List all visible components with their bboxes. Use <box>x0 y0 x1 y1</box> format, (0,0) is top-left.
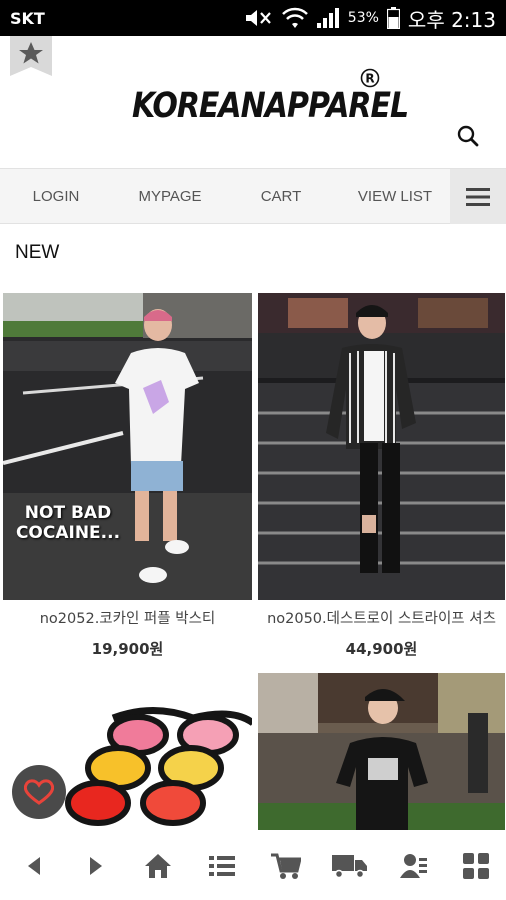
mute-icon <box>245 10 271 26</box>
heart-icon <box>24 779 54 805</box>
caption-line: NOT BAD <box>24 503 112 523</box>
site-header: KOREANAPPAREL R <box>0 36 506 168</box>
status-bar: SKT 53% 오후 2:13 <box>0 0 506 36</box>
bookmark-star-icon[interactable] <box>10 36 52 76</box>
battery-icon <box>386 7 400 29</box>
user-profile-icon <box>400 854 427 878</box>
list-button[interactable] <box>206 850 238 882</box>
site-logo[interactable]: KOREANAPPAREL <box>132 86 409 126</box>
delivery-button[interactable] <box>332 850 368 882</box>
grid-button[interactable] <box>460 850 492 882</box>
caption-line: COCAINE... <box>15 523 121 543</box>
product-caption: NOT BAD COCAINE... <box>3 503 133 543</box>
menu-button[interactable] <box>450 169 506 224</box>
product-name[interactable]: no2052.코카인 퍼플 박스티 <box>3 607 252 628</box>
carrier-label: SKT <box>10 9 45 28</box>
forward-button[interactable] <box>80 850 112 882</box>
hamburger-menu-icon <box>466 187 490 206</box>
registered-letter: R <box>365 72 374 86</box>
nav-login[interactable]: LOGIN <box>20 169 92 225</box>
cart-button[interactable] <box>270 850 302 882</box>
bottom-toolbar <box>0 830 506 900</box>
product-photo <box>258 293 505 600</box>
product-image[interactable] <box>258 673 505 830</box>
nav-cart[interactable]: CART <box>250 169 312 225</box>
forward-arrow-icon <box>90 857 102 875</box>
grid-icon <box>463 853 489 879</box>
profile-button[interactable] <box>398 850 430 882</box>
battery-percent: 53% <box>347 10 379 26</box>
product-photo <box>258 673 505 830</box>
product-price: 19,900원 <box>91 640 164 658</box>
signal-icon <box>316 8 339 28</box>
search-icon[interactable] <box>456 124 480 148</box>
product-price: 44,900원 <box>345 640 418 658</box>
home-icon <box>145 854 171 878</box>
product-photo <box>3 293 252 600</box>
product-image[interactable] <box>258 293 505 600</box>
status-icons: 53% 오후 2:13 <box>244 5 496 32</box>
product-name[interactable]: no2050.데스트로이 스트라이프 셔츠 <box>258 607 505 628</box>
favorite-button[interactable] <box>12 765 66 819</box>
wifi-icon <box>281 7 308 28</box>
registered-mark: R <box>360 68 380 88</box>
back-arrow-icon <box>28 857 40 875</box>
back-button[interactable] <box>18 850 50 882</box>
home-button[interactable] <box>142 850 174 882</box>
clock: 오후 2:13 <box>407 7 496 32</box>
product-image[interactable]: NOT BAD COCAINE... <box>3 293 252 600</box>
nav-mypage[interactable]: MYPAGE <box>130 169 210 225</box>
nav-view-list[interactable]: VIEW LIST <box>352 169 438 225</box>
list-icon <box>209 856 235 876</box>
section-title: NEW <box>15 242 60 263</box>
delivery-truck-icon <box>332 855 367 879</box>
cart-icon <box>271 853 301 879</box>
top-nav: LOGIN MYPAGE CART VIEW LIST <box>0 168 506 224</box>
